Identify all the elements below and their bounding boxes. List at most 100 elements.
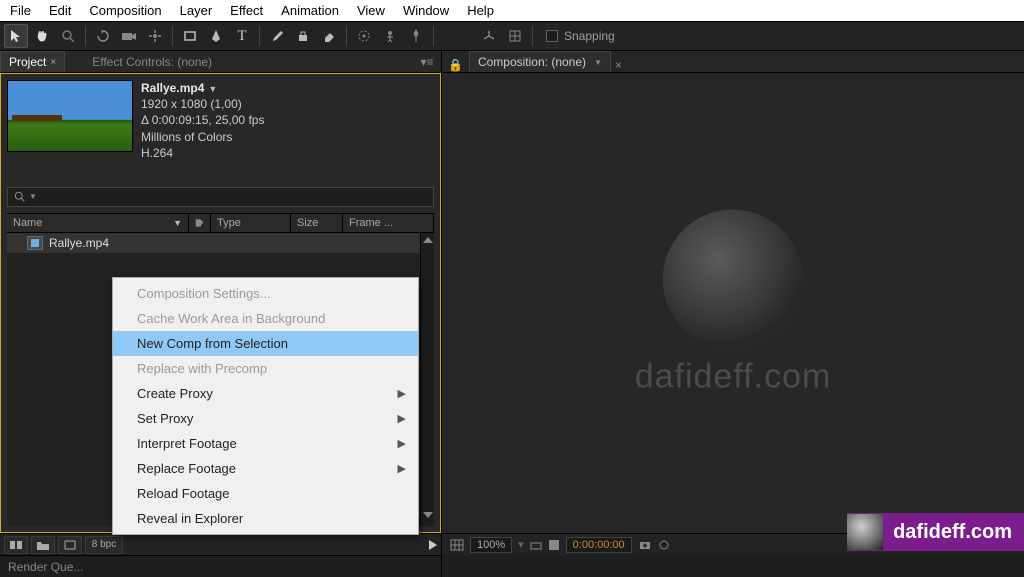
menu-animation[interactable]: Animation xyxy=(272,1,348,20)
menu-window[interactable]: Window xyxy=(394,1,458,20)
col-frame[interactable]: Frame ... xyxy=(343,214,434,232)
search-input[interactable]: ▼ xyxy=(7,187,434,207)
composition-panel: 🔒 Composition: (none) ▼ × dafideff.com 1… xyxy=(442,51,1024,577)
row-name: Rallye.mp4 xyxy=(49,236,189,250)
play-icon[interactable] xyxy=(429,540,437,550)
search-icon xyxy=(14,191,26,203)
col-size[interactable]: Size xyxy=(291,214,343,232)
banner-text: dafideff.com xyxy=(893,521,1012,544)
snapping-checkbox[interactable] xyxy=(546,30,558,42)
watermark: dafideff.com xyxy=(635,210,832,397)
chevron-down-icon[interactable]: ▼ xyxy=(594,58,602,67)
submenu-arrow-icon: ▶ xyxy=(398,437,406,450)
timecode[interactable]: 0:00:00:00 xyxy=(566,537,632,553)
banner-avatar xyxy=(847,514,883,550)
ctx-set-proxy[interactable]: Set Proxy▶ xyxy=(113,406,418,431)
close-icon[interactable]: × xyxy=(615,58,622,72)
asset-dimensions: 1920 x 1080 (1,00) xyxy=(141,96,264,112)
menu-edit[interactable]: Edit xyxy=(40,1,80,20)
project-tabs: Project × Effect Controls: (none) ▾≡ xyxy=(0,51,441,73)
chevron-down-icon[interactable]: ▼ xyxy=(29,192,37,201)
lock-icon[interactable]: 🔒 xyxy=(448,58,463,72)
render-queue-tab[interactable]: Render Que... xyxy=(0,555,441,577)
asset-colors: Millions of Colors xyxy=(141,129,264,145)
composition-viewer[interactable]: dafideff.com xyxy=(442,73,1024,533)
puppet-tool[interactable] xyxy=(378,24,402,48)
pin-tool[interactable] xyxy=(404,24,428,48)
asset-codec: H.264 xyxy=(141,145,264,161)
table-row[interactable]: Rallye.mp4 xyxy=(7,233,434,253)
ctx-replace-with-precomp: Replace with Precomp xyxy=(113,356,418,381)
ctx-cache-work-area: Cache Work Area in Background xyxy=(113,306,418,331)
bit-depth-button[interactable]: 8 bpc xyxy=(85,536,123,554)
tab-project-label: Project xyxy=(9,55,46,69)
project-footer: 8 bpc xyxy=(0,533,441,555)
panel-menu-icon[interactable]: ▾≡ xyxy=(417,55,437,69)
timeline-placeholder xyxy=(442,555,1024,577)
menu-view[interactable]: View xyxy=(348,1,394,20)
scroll-up-icon[interactable] xyxy=(423,237,433,243)
ctx-new-comp-from-selection[interactable]: New Comp from Selection xyxy=(113,331,418,356)
new-folder-button[interactable] xyxy=(31,536,55,554)
asset-name: Rallye.mp4 xyxy=(141,81,204,95)
zoom-value[interactable]: 100% xyxy=(470,537,512,553)
ctx-create-proxy[interactable]: Create Proxy▶ xyxy=(113,381,418,406)
tool-bar: T Snapping xyxy=(0,21,1024,51)
rotation-tool[interactable] xyxy=(91,24,115,48)
ctx-interpret-footage[interactable]: Interpret Footage ▶ xyxy=(113,431,418,456)
new-comp-button[interactable] xyxy=(58,536,82,554)
ctx-create-proxy-label: Create Proxy xyxy=(137,386,213,401)
scrollbar-vertical[interactable] xyxy=(420,233,434,526)
file-icon xyxy=(27,236,43,250)
asset-thumbnail xyxy=(7,80,133,152)
menu-layer[interactable]: Layer xyxy=(171,1,222,20)
pen-tool[interactable] xyxy=(204,24,228,48)
menu-help[interactable]: Help xyxy=(458,1,503,20)
ctx-reload-footage[interactable]: Reload Footage xyxy=(113,481,418,506)
menu-composition[interactable]: Composition xyxy=(80,1,170,20)
col-label[interactable] xyxy=(189,214,211,232)
context-menu: Composition Settings... Cache Work Area … xyxy=(112,277,419,535)
ctx-replace-footage[interactable]: Replace Footage▶ xyxy=(113,456,418,481)
grid-tool[interactable] xyxy=(503,24,527,48)
scroll-down-icon[interactable] xyxy=(423,512,433,518)
camera-tool[interactable] xyxy=(117,24,141,48)
show-snapshot-icon[interactable] xyxy=(658,539,670,551)
tab-effect-controls[interactable]: Effect Controls: (none) xyxy=(83,51,221,72)
grid-icon[interactable] xyxy=(450,539,464,551)
type-tool[interactable]: T xyxy=(230,24,254,48)
close-icon[interactable]: × xyxy=(50,57,56,68)
column-headers: Name▼ Type Size Frame ... xyxy=(7,213,434,233)
sort-icon: ▼ xyxy=(173,218,182,228)
col-type[interactable]: Type xyxy=(211,214,291,232)
menu-effect[interactable]: Effect xyxy=(221,1,272,20)
snapshot-icon[interactable] xyxy=(638,539,652,551)
interpret-footage-button[interactable] xyxy=(4,536,28,554)
roto-brush-tool[interactable] xyxy=(352,24,376,48)
ctx-composition-settings: Composition Settings... xyxy=(113,281,418,306)
channel-icon[interactable] xyxy=(548,539,560,551)
rectangle-tool[interactable] xyxy=(178,24,202,48)
selection-tool[interactable] xyxy=(4,24,28,48)
ctx-reveal-in-explorer[interactable]: Reveal in Explorer xyxy=(113,506,418,531)
zoom-tool[interactable] xyxy=(56,24,80,48)
ctx-interpret-footage-label: Interpret Footage xyxy=(137,436,237,451)
tab-project[interactable]: Project × xyxy=(0,51,65,72)
col-name[interactable]: Name▼ xyxy=(7,214,189,232)
asset-metadata: Rallye.mp4▼ 1920 x 1080 (1,00) Δ 0:00:09… xyxy=(141,80,264,161)
resolution-icon[interactable] xyxy=(530,539,542,551)
watermark-banner: dafideff.com xyxy=(847,513,1024,551)
snapping-toggle[interactable]: Snapping xyxy=(546,29,615,43)
watermark-avatar xyxy=(663,210,803,350)
eraser-tool[interactable] xyxy=(317,24,341,48)
tab-composition[interactable]: Composition: (none) ▼ xyxy=(469,51,611,72)
snapping-label: Snapping xyxy=(564,29,615,43)
clone-tool[interactable] xyxy=(291,24,315,48)
hand-tool[interactable] xyxy=(30,24,54,48)
brush-tool[interactable] xyxy=(265,24,289,48)
menu-file[interactable]: File xyxy=(1,1,40,20)
chevron-down-icon[interactable]: ▼ xyxy=(208,84,217,94)
pan-behind-tool[interactable] xyxy=(143,24,167,48)
axis-tool[interactable] xyxy=(477,24,501,48)
tab-comp-label: Composition: (none) xyxy=(478,55,586,69)
